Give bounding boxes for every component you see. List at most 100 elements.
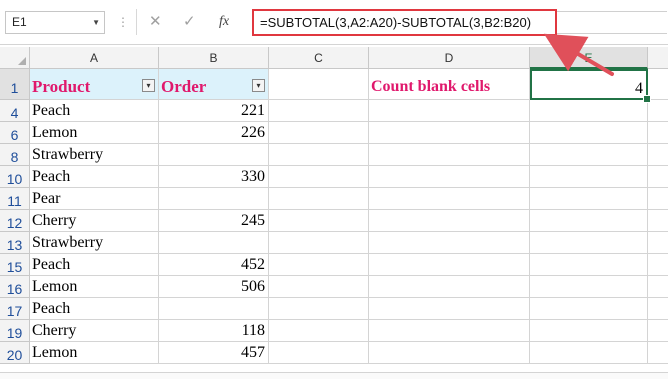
cell-b4[interactable]: 221 xyxy=(159,100,269,122)
cell-d10[interactable] xyxy=(369,166,530,188)
cell-d13[interactable] xyxy=(369,232,530,254)
cell-e8[interactable] xyxy=(530,144,648,166)
cell-e4[interactable] xyxy=(530,100,648,122)
cell-d19[interactable] xyxy=(369,320,530,342)
cell-c16[interactable] xyxy=(269,276,369,298)
cell-c1[interactable] xyxy=(269,69,369,100)
column-header-b[interactable]: B xyxy=(159,47,269,69)
row-header-10[interactable]: 10 xyxy=(0,166,30,188)
row-header-13[interactable]: 13 xyxy=(0,232,30,254)
cell-a20[interactable]: Lemon xyxy=(30,342,159,364)
cell-e1[interactable]: 4 xyxy=(530,69,648,100)
cell-a4[interactable]: Peach xyxy=(30,100,159,122)
cell-a6[interactable]: Lemon xyxy=(30,122,159,144)
cell-f17[interactable] xyxy=(648,298,668,320)
cell-f20[interactable] xyxy=(648,342,668,364)
cell-e20[interactable] xyxy=(530,342,648,364)
cell-a17[interactable]: Peach xyxy=(30,298,159,320)
cell-b8[interactable] xyxy=(159,144,269,166)
cell-a10[interactable]: Peach xyxy=(30,166,159,188)
cell-c17[interactable] xyxy=(269,298,369,320)
fill-handle[interactable] xyxy=(643,95,651,103)
cell-e12[interactable] xyxy=(530,210,648,232)
cell-a12[interactable]: Cherry xyxy=(30,210,159,232)
row-header-4[interactable]: 4 xyxy=(0,100,30,122)
row-header-12[interactable]: 12 xyxy=(0,210,30,232)
cell-b13[interactable] xyxy=(159,232,269,254)
cell-c8[interactable] xyxy=(269,144,369,166)
cell-d17[interactable] xyxy=(369,298,530,320)
column-header-a[interactable]: A xyxy=(30,47,159,69)
formula-input-extension[interactable] xyxy=(557,11,667,34)
row-header-8[interactable]: 8 xyxy=(0,144,30,166)
row-header-11[interactable]: 11 xyxy=(0,188,30,210)
fx-icon[interactable]: fx xyxy=(219,12,229,32)
cell-e11[interactable] xyxy=(530,188,648,210)
formula-input[interactable]: =SUBTOTAL(3,A2:A20)-SUBTOTAL(3,B2:B20) xyxy=(252,9,557,36)
cell-f4[interactable] xyxy=(648,100,668,122)
cell-a16[interactable]: Lemon xyxy=(30,276,159,298)
dropdown-arrow-icon[interactable]: ▾ xyxy=(252,79,265,92)
cell-e13[interactable] xyxy=(530,232,648,254)
cell-c12[interactable] xyxy=(269,210,369,232)
cell-e10[interactable] xyxy=(530,166,648,188)
cell-a8[interactable]: Strawberry xyxy=(30,144,159,166)
cell-b11[interactable] xyxy=(159,188,269,210)
cell-d12[interactable] xyxy=(369,210,530,232)
cell-c11[interactable] xyxy=(269,188,369,210)
close-icon[interactable]: ✕ xyxy=(149,12,162,32)
cell-c19[interactable] xyxy=(269,320,369,342)
cell-c10[interactable] xyxy=(269,166,369,188)
filter-active-icon[interactable]: ▾ xyxy=(142,79,155,92)
row-header-17[interactable]: 17 xyxy=(0,298,30,320)
cell-d20[interactable] xyxy=(369,342,530,364)
cell-d11[interactable] xyxy=(369,188,530,210)
cell-b16[interactable]: 506 xyxy=(159,276,269,298)
cell-c4[interactable] xyxy=(269,100,369,122)
drag-handle-icon[interactable]: ⋮ xyxy=(117,13,129,31)
cell-f10[interactable] xyxy=(648,166,668,188)
cell-b19[interactable]: 118 xyxy=(159,320,269,342)
cell-b12[interactable]: 245 xyxy=(159,210,269,232)
cell-d15[interactable] xyxy=(369,254,530,276)
cell-f16[interactable] xyxy=(648,276,668,298)
cell-a15[interactable]: Peach xyxy=(30,254,159,276)
cell-f15[interactable] xyxy=(648,254,668,276)
cell-e6[interactable] xyxy=(530,122,648,144)
cell-b6[interactable]: 226 xyxy=(159,122,269,144)
cell-d8[interactable] xyxy=(369,144,530,166)
cell-e19[interactable] xyxy=(530,320,648,342)
column-header-e[interactable]: E xyxy=(530,47,648,69)
cell-b15[interactable]: 452 xyxy=(159,254,269,276)
cell-b10[interactable]: 330 xyxy=(159,166,269,188)
column-header-c[interactable]: C xyxy=(269,47,369,69)
cell-f1[interactable] xyxy=(648,69,668,100)
cell-d6[interactable] xyxy=(369,122,530,144)
cell-d1[interactable]: Count blank cells xyxy=(369,69,530,100)
cell-b20[interactable]: 457 xyxy=(159,342,269,364)
cell-d16[interactable] xyxy=(369,276,530,298)
cell-e16[interactable] xyxy=(530,276,648,298)
cell-a13[interactable]: Strawberry xyxy=(30,232,159,254)
name-box[interactable]: E1 ▼ xyxy=(5,11,105,34)
cell-c13[interactable] xyxy=(269,232,369,254)
chevron-down-icon[interactable]: ▼ xyxy=(92,12,100,33)
cell-a11[interactable]: Pear xyxy=(30,188,159,210)
cell-d4[interactable] xyxy=(369,100,530,122)
select-all-button[interactable] xyxy=(0,47,30,69)
row-header-16[interactable]: 16 xyxy=(0,276,30,298)
cell-f8[interactable] xyxy=(648,144,668,166)
cell-e17[interactable] xyxy=(530,298,648,320)
row-header-1[interactable]: 1 xyxy=(0,69,30,100)
column-header-f[interactable] xyxy=(648,47,668,69)
cell-c15[interactable] xyxy=(269,254,369,276)
cell-c6[interactable] xyxy=(269,122,369,144)
row-header-6[interactable]: 6 xyxy=(0,122,30,144)
cell-f11[interactable] xyxy=(648,188,668,210)
row-header-19[interactable]: 19 xyxy=(0,320,30,342)
row-header-15[interactable]: 15 xyxy=(0,254,30,276)
cell-a1[interactable]: Product xyxy=(30,69,159,100)
cell-e15[interactable] xyxy=(530,254,648,276)
cell-f13[interactable] xyxy=(648,232,668,254)
check-icon[interactable]: ✓ xyxy=(183,12,196,32)
